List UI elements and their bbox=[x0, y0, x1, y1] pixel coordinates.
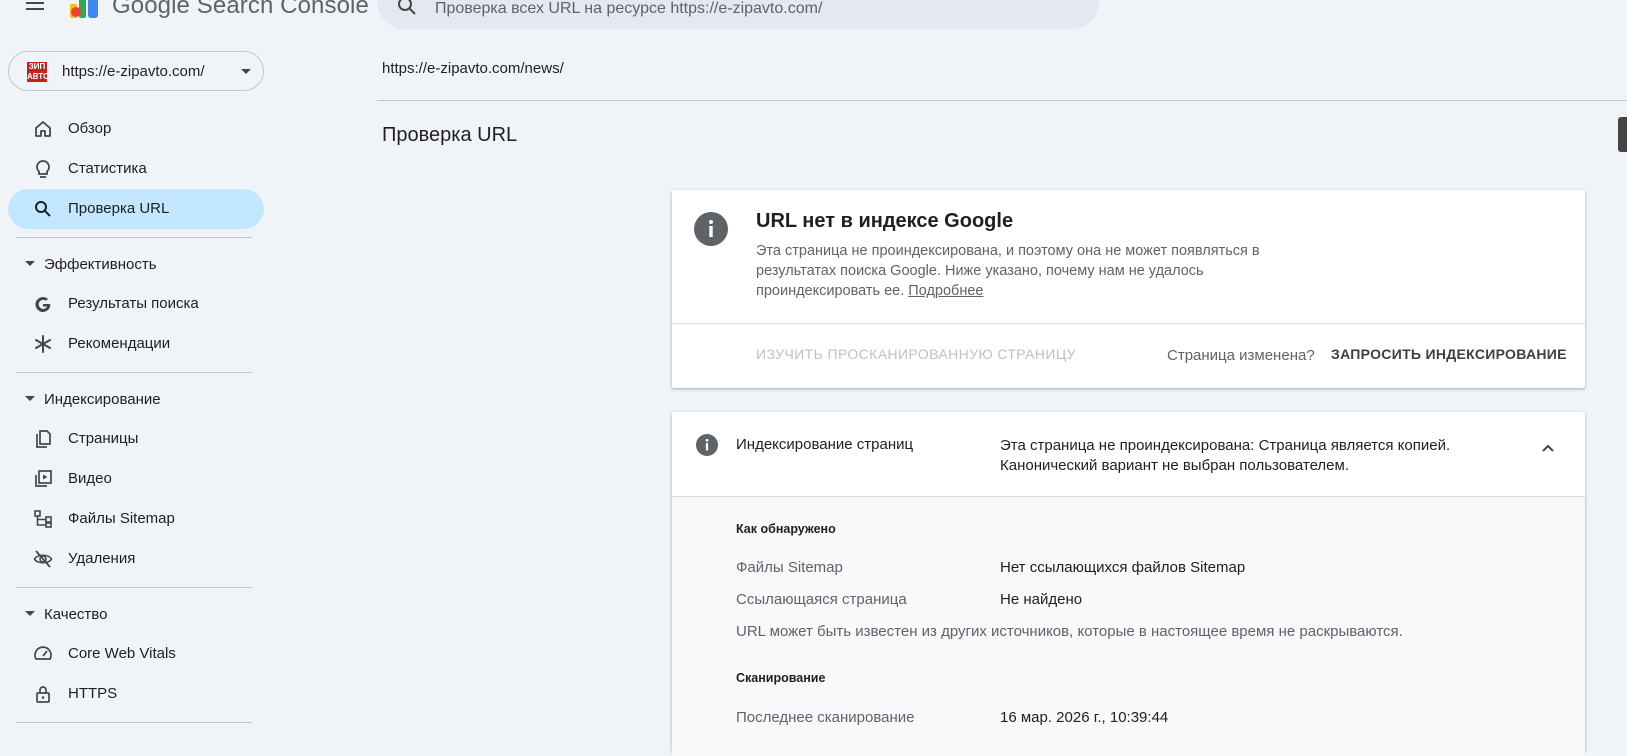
discovery-note: URL может быть известен из других источн… bbox=[736, 623, 1403, 640]
divider bbox=[16, 372, 252, 373]
search-input[interactable] bbox=[435, 0, 1075, 20]
sidebar-item-label: Результаты поиска bbox=[68, 295, 199, 312]
section-label: Индексирование bbox=[44, 391, 161, 408]
section-label: Качество bbox=[44, 606, 108, 623]
sidebar-item-https[interactable]: HTTPS bbox=[8, 674, 264, 714]
learn-more-link[interactable]: Подробнее bbox=[908, 283, 983, 299]
sidebar-item-label: Обзор bbox=[68, 120, 112, 137]
asterisk-icon bbox=[35, 335, 51, 353]
section-performance[interactable]: Эффективность bbox=[20, 250, 260, 280]
indexing-status-line: Канонический вариант не выбран пользоват… bbox=[1000, 457, 1349, 474]
sitemaps-value: Нет ссылающихся файлов Sitemap bbox=[1000, 559, 1246, 576]
property-url: https://e-zipavto.com/ bbox=[62, 63, 205, 80]
referring-page-value: Не найдено bbox=[1000, 591, 1083, 608]
divider bbox=[16, 722, 252, 723]
chevron-up-icon[interactable] bbox=[1540, 440, 1556, 456]
sidebar-item-label: Рекомендации bbox=[68, 335, 171, 352]
search-icon bbox=[398, 0, 416, 15]
divider bbox=[16, 237, 252, 238]
indexing-details: Как обнаружено Файлы Sitemap Нет ссылающ… bbox=[672, 496, 1585, 756]
property-selector[interactable]: ЗИП АВТО https://e-zipavto.com/ bbox=[8, 51, 264, 91]
indexing-status-line: Эта страница не проиндексирована: Страни… bbox=[1000, 437, 1451, 454]
sitemaps-label: Файлы Sitemap bbox=[736, 559, 843, 576]
status-description-text: Эта страница не проиндексирована, и поэт… bbox=[756, 243, 1260, 299]
sidebar-item-recommendations[interactable]: Рекомендации bbox=[8, 324, 264, 364]
caret-down-icon bbox=[25, 396, 35, 401]
google-g-icon bbox=[35, 297, 51, 313]
sidebar-item-pages[interactable]: Страницы bbox=[8, 419, 264, 459]
inspected-url: https://e-zipavto.com/news/ bbox=[382, 60, 564, 77]
sidebar-item-label: Статистика bbox=[68, 160, 147, 177]
sidebar-item-video[interactable]: Видео bbox=[8, 459, 264, 499]
sidebar-item-label: Файлы Sitemap bbox=[68, 510, 175, 527]
home-icon bbox=[35, 121, 51, 137]
info-icon bbox=[696, 434, 718, 456]
inspect-crawled-page-button[interactable]: ИЗУЧИТЬ ПРОСКАНИРОВАННУЮ СТРАНИЦУ bbox=[756, 346, 1076, 362]
sidebar-item-search-results[interactable]: Результаты поиска bbox=[8, 284, 264, 324]
sidebar-item-statistics[interactable]: Статистика bbox=[8, 149, 264, 189]
last-crawl-value: 16 мар. 2026 г., 10:39:44 bbox=[1000, 709, 1169, 726]
eye-off-icon bbox=[33, 550, 53, 568]
referring-page-label: Ссылающаяся страница bbox=[736, 591, 907, 608]
sidebar-item-label: HTTPS bbox=[68, 685, 118, 702]
section-label: Эффективность bbox=[44, 256, 157, 273]
page-changed-question: Страница изменена? bbox=[1167, 347, 1315, 364]
crawl-heading: Сканирование bbox=[736, 671, 826, 685]
divider bbox=[16, 587, 252, 588]
section-quality[interactable]: Качество bbox=[20, 600, 260, 630]
index-status-card: URL нет в индексе Google Эта страница не… bbox=[672, 190, 1585, 388]
sidebar-item-core-web-vitals[interactable]: Core Web Vitals bbox=[8, 634, 264, 674]
sidebar-item-label: Видео bbox=[68, 470, 112, 487]
status-description: Эта страница не проиндексирована, и поэт… bbox=[756, 241, 1316, 301]
discovery-heading: Как обнаружено bbox=[736, 522, 836, 536]
info-icon bbox=[694, 212, 728, 246]
indexing-status-value: Эта страница не проиндексирована: Страни… bbox=[1000, 436, 1500, 476]
pages-icon bbox=[36, 430, 51, 448]
sidebar-item-label: Страницы bbox=[68, 430, 139, 447]
divider bbox=[672, 323, 1585, 324]
sidebar-item-overview[interactable]: Обзор bbox=[8, 109, 264, 149]
indexing-label: Индексирование страниц bbox=[736, 436, 914, 453]
last-crawl-label: Последнее сканирование bbox=[736, 709, 915, 726]
page-indexing-card: Индексирование страниц Эта страница не п… bbox=[672, 412, 1585, 756]
sidebar-item-removals[interactable]: Удаления bbox=[8, 539, 264, 579]
sidebar-item-label: Core Web Vitals bbox=[68, 645, 176, 662]
section-indexing[interactable]: Индексирование bbox=[20, 385, 260, 415]
caret-down-icon bbox=[25, 611, 35, 616]
search-icon bbox=[35, 201, 51, 217]
page-title: Проверка URL bbox=[382, 124, 518, 146]
header-divider bbox=[377, 100, 1627, 101]
sidebar-item-label: Проверка URL bbox=[68, 200, 170, 217]
chevron-down-icon bbox=[241, 69, 251, 74]
sitemap-icon bbox=[34, 510, 52, 528]
status-title: URL нет в индексе Google bbox=[756, 210, 1014, 232]
gauge-icon bbox=[34, 646, 52, 660]
sidebar-item-sitemaps[interactable]: Файлы Sitemap bbox=[8, 499, 264, 539]
lightbulb-icon bbox=[36, 160, 50, 178]
sidebar: ЗИП АВТО https://e-zipavto.com/ Обзор Ст… bbox=[0, 0, 270, 743]
video-icon bbox=[35, 470, 52, 487]
property-favicon: ЗИП АВТО bbox=[27, 62, 47, 82]
sidebar-item-url-inspection[interactable]: Проверка URL bbox=[8, 189, 264, 229]
request-indexing-button[interactable]: ЗАПРОСИТЬ ИНДЕКСИРОВАНИЕ bbox=[1331, 346, 1567, 362]
caret-down-icon bbox=[25, 261, 35, 266]
scrollbar-thumb[interactable] bbox=[1618, 117, 1627, 152]
sidebar-item-label: Удаления bbox=[68, 550, 136, 567]
url-inspection-search[interactable] bbox=[377, 0, 1099, 29]
lock-icon bbox=[36, 686, 50, 703]
